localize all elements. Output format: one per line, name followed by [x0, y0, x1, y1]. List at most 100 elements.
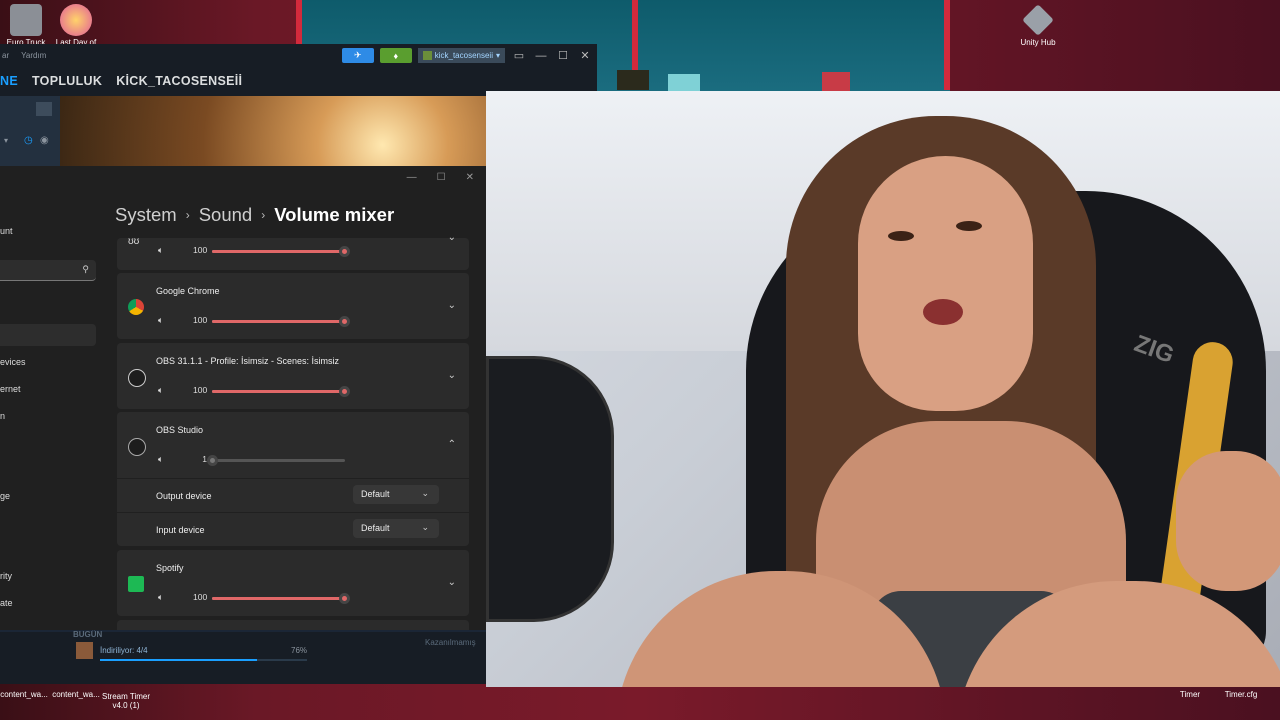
sidebar-item-security[interactable]: rity [0, 571, 12, 581]
breadcrumb: System › Sound › Volume mixer [115, 204, 394, 226]
close-button[interactable]: ✕ [466, 172, 474, 183]
volume-fill [212, 390, 345, 393]
volume-slider[interactable] [212, 246, 350, 257]
sidebar-account[interactable]: unt [0, 226, 13, 236]
volume-value: 100 [193, 315, 208, 325]
slider-thumb[interactable] [339, 246, 350, 257]
person-eye [888, 231, 914, 241]
sidebar-item-update[interactable]: ate [0, 598, 13, 608]
library-sidebar: ◷ ◉ ▾ [0, 96, 60, 166]
pop-filter [486, 356, 614, 622]
speaker-icon[interactable]: 🔈︎ [158, 315, 163, 326]
input-device-row: Input device Default ⌄ [117, 512, 469, 546]
nav-home[interactable]: NE [0, 74, 18, 88]
desktop-file-icon[interactable]: Timer.cfg [1211, 690, 1271, 699]
wallpaper-stripe [944, 0, 950, 90]
headphones-icon: ʊʊ [128, 236, 140, 247]
app-volume-card[interactable]: Google Chrome ⌄ 🔈︎ 100 [117, 273, 469, 339]
speaker-icon[interactable]: 🔈︎ [158, 245, 163, 256]
monitor-icon[interactable]: ▭ [511, 49, 527, 62]
volume-value: 1 [202, 454, 207, 464]
sidebar-item-devices[interactable]: evices [0, 357, 26, 367]
output-device-select[interactable]: Default ⌄ [353, 485, 439, 504]
volume-slider[interactable] [207, 455, 345, 466]
chevron-right-icon: › [185, 208, 190, 222]
clock-icon[interactable]: ◷ [24, 135, 33, 146]
chevron-down-icon[interactable]: ⌄ [448, 577, 456, 588]
volume-slider[interactable] [212, 316, 350, 327]
file-label: content_wa... [52, 690, 100, 699]
input-device-value: Default [361, 523, 390, 533]
maximize-button[interactable]: ☐ [555, 49, 571, 62]
settings-titlebar: — ☐ ✕ [0, 166, 486, 188]
app-name: Google Chrome [156, 286, 220, 296]
grid-icon[interactable] [36, 102, 52, 116]
desktop-file-icon[interactable]: Stream Timer v4.0 (1) [96, 692, 156, 710]
file-label: Stream Timer v4.0 (1) [101, 692, 150, 710]
chevron-down-icon[interactable]: ⌄ [448, 232, 456, 243]
slider-thumb[interactable] [207, 455, 219, 466]
close-button[interactable]: ✕ [577, 49, 593, 62]
sidebar-item-system[interactable] [0, 324, 96, 346]
announce-button[interactable]: ✈ [341, 48, 374, 63]
chevron-down-icon[interactable]: ⌄ [448, 370, 456, 381]
volume-slider[interactable] [212, 593, 350, 604]
download-progress [100, 659, 307, 661]
settings-search[interactable]: ⚲ [0, 260, 96, 281]
steam-toolbar: ✈ ♦ kick_tacosenseii ▾ ▭ — ☐ ✕ [341, 48, 593, 63]
volume-fill [212, 250, 345, 253]
download-progress-fill [100, 659, 258, 661]
chevron-down-icon[interactable]: ⌄ [448, 300, 456, 311]
obs-icon [128, 438, 146, 456]
sidebar-item-personalization[interactable]: n [0, 411, 5, 421]
app-volume-card[interactable]: Spotify ⌄ 🔈︎ 100 [117, 550, 469, 616]
maximize-button[interactable]: ☐ [437, 172, 446, 183]
sidebar-item-language[interactable]: ge [0, 491, 10, 501]
chevron-down-icon[interactable]: ▾ [4, 136, 8, 145]
avatar [422, 51, 432, 60]
minimize-button[interactable]: — [407, 172, 417, 183]
game-banner[interactable] [60, 96, 490, 166]
slider-thumb[interactable] [339, 386, 350, 397]
slider-thumb[interactable] [339, 593, 350, 604]
desktop-icon-last-day[interactable]: Last Day of [41, 4, 111, 47]
section-today: BUGÜN [73, 630, 103, 639]
speaker-muted-low-icon[interactable]: 🔈︎ [158, 454, 163, 465]
volume-slider[interactable] [212, 386, 350, 397]
nav-community[interactable]: TOPLULUK [32, 74, 102, 88]
app-volume-card[interactable]: OBS Studio ⌃ 🔈︎ 1 [117, 412, 469, 478]
taskbar-app-icon[interactable] [822, 72, 850, 92]
input-device-select[interactable]: Default ⌄ [353, 519, 439, 538]
breadcrumb-sound[interactable]: Sound [199, 204, 253, 226]
notifications-button[interactable]: ♦ [379, 48, 412, 63]
speaker-icon[interactable]: 🔈︎ [158, 592, 163, 603]
minimize-button[interactable]: — [533, 50, 549, 62]
sidebar-item-internet[interactable]: ernet [0, 384, 21, 394]
chevron-up-icon[interactable]: ⌃ [448, 439, 456, 450]
menu-item[interactable]: ar [2, 51, 9, 60]
user-menu[interactable]: kick_tacosenseii ▾ [417, 48, 505, 63]
nav-profile[interactable]: KİCK_TACOSENSEİİ [116, 74, 242, 88]
app-volume-card[interactable] [117, 620, 469, 630]
app-name: Spotify [156, 563, 184, 573]
person-mouth [923, 299, 963, 325]
settings-window: — ☐ ✕ unt ⚲ evices ernet n ge rity ate S… [0, 166, 486, 630]
output-device-row: Output device Default ⌄ [117, 478, 469, 512]
bell-icon: ♦ [393, 50, 399, 61]
taskbar-app-icon[interactable] [668, 74, 700, 92]
volume-value: 100 [193, 245, 208, 255]
taskbar-app-icon[interactable] [617, 70, 649, 90]
menu-item-help[interactable]: Yardım [21, 51, 46, 60]
desktop-icon-unity-hub[interactable]: Unity Hub [1003, 4, 1073, 47]
webcam-feed: ZIG [486, 91, 1280, 687]
file-label: content_wa... [0, 690, 48, 699]
game-thumbnail [76, 642, 93, 659]
slider-thumb[interactable] [339, 316, 350, 327]
app-volume-card[interactable]: OBS 31.1.1 - Profile: İsimsiz - Scenes: … [117, 343, 469, 409]
truck-icon [10, 4, 42, 36]
obs-icon [128, 369, 146, 387]
play-icon[interactable]: ◉ [40, 135, 49, 146]
app-volume-card[interactable]: ʊʊ ⌄ 🔈︎ 100 [117, 232, 469, 270]
speaker-icon[interactable]: 🔈︎ [158, 385, 163, 396]
breadcrumb-system[interactable]: System [115, 204, 177, 226]
